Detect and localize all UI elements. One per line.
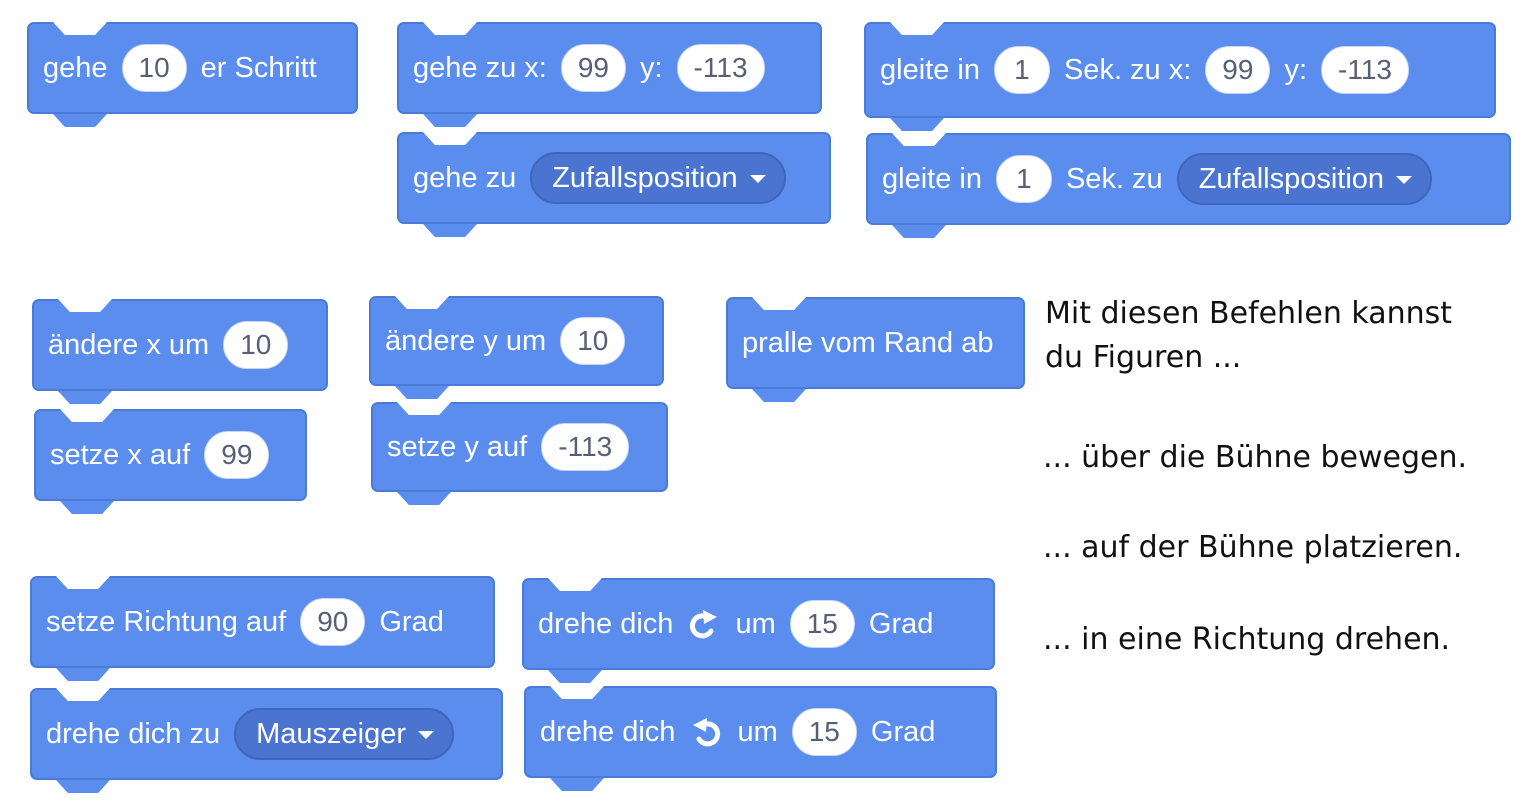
bounce-block[interactable]: pralle vom Rand ab bbox=[726, 297, 1025, 389]
block-text: setze x auf bbox=[50, 438, 191, 471]
glide-xy-block[interactable]: gleite in 1 Sek. zu x: 99 y: -113 bbox=[864, 22, 1496, 118]
x-input[interactable]: 99 bbox=[1205, 46, 1271, 94]
target-dropdown[interactable]: Mauszeiger bbox=[234, 708, 455, 760]
intro-text: Mit diesen Befehlen kannst du Figuren ..… bbox=[1045, 292, 1452, 380]
block-text: ändere y um bbox=[385, 324, 547, 357]
glide-target-block[interactable]: gleite in 1 Sek. zu Zufallsposition bbox=[866, 133, 1511, 225]
block-text: gleite in bbox=[882, 162, 982, 195]
seconds-input[interactable]: 1 bbox=[993, 46, 1050, 94]
block-text: pralle vom Rand ab bbox=[742, 326, 994, 359]
caret-down-icon bbox=[418, 731, 435, 739]
seconds-input[interactable]: 1 bbox=[995, 155, 1052, 203]
y-input[interactable]: -113 bbox=[676, 44, 765, 92]
description-move: ... über die Bühne bewegen. bbox=[1043, 440, 1468, 475]
turn-left-block[interactable]: drehe dich um 15 Grad bbox=[524, 686, 997, 778]
rotate-clockwise-icon bbox=[687, 609, 721, 639]
steps-input[interactable]: 10 bbox=[121, 44, 187, 92]
block-text: gehe bbox=[43, 51, 108, 84]
x-input[interactable]: 99 bbox=[560, 44, 626, 92]
block-text: setze y auf bbox=[387, 430, 528, 463]
block-text: Sek. zu bbox=[1065, 162, 1163, 195]
point-towards-block[interactable]: drehe dich zu Mauszeiger bbox=[30, 688, 503, 780]
value-input[interactable]: 10 bbox=[560, 317, 626, 365]
block-text: Grad bbox=[868, 607, 934, 640]
description-place: ... auf der Bühne platzieren. bbox=[1043, 530, 1463, 565]
change-x-block[interactable]: ändere x um 10 bbox=[32, 299, 328, 391]
degrees-input[interactable]: 15 bbox=[789, 600, 855, 648]
caret-down-icon bbox=[1396, 176, 1413, 184]
description-turn: ... in eine Richtung drehen. bbox=[1043, 622, 1451, 657]
block-text: um bbox=[735, 607, 776, 640]
y-input[interactable]: -113 bbox=[1321, 46, 1409, 94]
block-text: gehe zu x: bbox=[413, 51, 547, 84]
block-text: drehe dich zu bbox=[46, 717, 221, 750]
set-x-block[interactable]: setze x auf 99 bbox=[34, 409, 307, 501]
goto-target-block[interactable]: gehe zu Zufallsposition bbox=[397, 132, 831, 224]
goto-xy-block[interactable]: gehe zu x: 99 y: -113 bbox=[397, 22, 822, 114]
turn-right-block[interactable]: drehe dich um 15 Grad bbox=[522, 578, 995, 670]
set-y-block[interactable]: setze y auf -113 bbox=[371, 402, 668, 492]
degrees-input[interactable]: 90 bbox=[300, 598, 366, 646]
change-y-block[interactable]: ändere y um 10 bbox=[369, 296, 664, 386]
degrees-input[interactable]: 15 bbox=[791, 708, 857, 756]
dropdown-value: Zufallsposition bbox=[1198, 162, 1385, 195]
block-text: gehe zu bbox=[413, 161, 517, 194]
value-input[interactable]: 99 bbox=[204, 431, 270, 479]
block-text: drehe dich bbox=[538, 607, 674, 640]
dropdown-value: Zufallsposition bbox=[552, 161, 738, 194]
dropdown-value: Mauszeiger bbox=[256, 717, 407, 750]
point-direction-block[interactable]: setze Richtung auf 90 Grad bbox=[30, 576, 495, 668]
block-text: gleite in bbox=[880, 53, 980, 86]
move-steps-block[interactable]: gehe 10 er Schritt bbox=[27, 22, 358, 114]
intro-line: Mit diesen Befehlen kannst bbox=[1045, 296, 1453, 331]
rotate-counterclockwise-icon bbox=[689, 717, 723, 747]
block-text: um bbox=[737, 715, 778, 748]
target-dropdown[interactable]: Zufallsposition bbox=[530, 152, 786, 204]
block-text: drehe dich bbox=[540, 715, 676, 748]
block-text: Grad bbox=[379, 605, 444, 638]
block-text: Sek. zu x: bbox=[1063, 53, 1192, 86]
block-text: y: bbox=[1284, 53, 1308, 86]
intro-line: du Figuren ... bbox=[1045, 340, 1242, 375]
block-text: er Schritt bbox=[200, 51, 317, 84]
block-text: setze Richtung auf bbox=[46, 605, 287, 638]
block-text: Grad bbox=[870, 715, 936, 748]
block-text: y: bbox=[639, 51, 663, 84]
value-input[interactable]: -113 bbox=[541, 423, 630, 471]
value-input[interactable]: 10 bbox=[223, 321, 289, 369]
target-dropdown[interactable]: Zufallsposition bbox=[1176, 153, 1433, 205]
caret-down-icon bbox=[749, 175, 766, 183]
block-text: ändere x um bbox=[48, 328, 210, 361]
